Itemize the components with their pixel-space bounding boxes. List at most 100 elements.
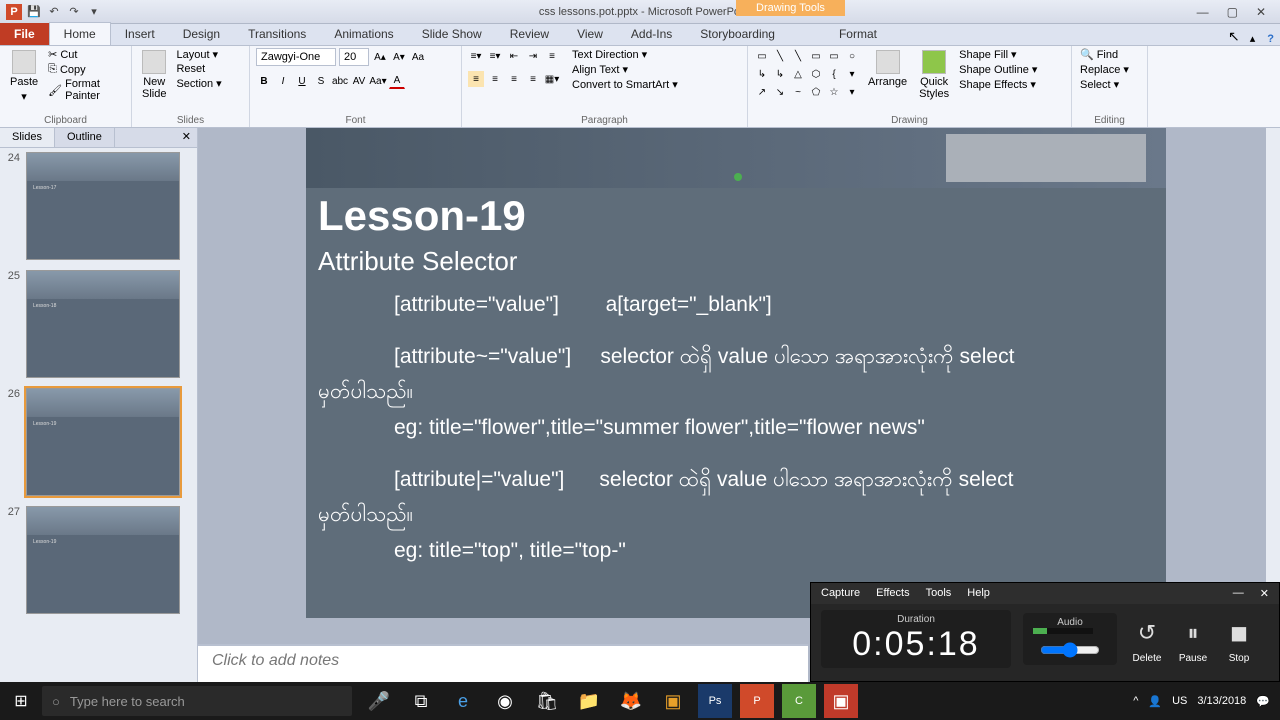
recorder-minimize-icon[interactable]: — [1233,587,1244,600]
clear-format-icon[interactable]: Aa [410,49,426,65]
tab-view[interactable]: View [563,23,617,45]
recorder-menu-tools[interactable]: Tools [926,587,952,600]
camtasia-icon[interactable]: C [782,684,816,718]
tab-design[interactable]: Design [169,23,234,45]
cortana-mic-icon[interactable]: 🎤 [362,684,396,718]
explorer-icon[interactable]: 📁 [572,684,606,718]
line-spacing-icon[interactable]: ≡ [544,48,560,64]
slide-title[interactable]: Lesson-19 [306,188,1166,244]
photoshop-icon[interactable]: Ps [698,684,732,718]
slide-subtitle[interactable]: Attribute Selector [306,244,1166,287]
font-color-icon[interactable]: A [389,73,405,89]
tab-storyboarding[interactable]: Storyboarding [686,23,789,45]
decrease-font-icon[interactable]: A▾ [391,49,407,65]
chrome-icon[interactable]: ◉ [488,684,522,718]
redo-icon[interactable]: ↷ [66,4,82,20]
tray-notification-icon[interactable]: 💬 [1256,695,1270,708]
tray-ime-icon[interactable]: US [1172,695,1187,707]
numbering-icon[interactable]: ≡▾ [487,48,503,64]
minimize-button[interactable]: — [1197,5,1209,19]
tab-insert[interactable]: Insert [111,23,169,45]
paste-button[interactable]: Paste▾ [6,48,42,105]
arrange-button[interactable]: Arrange [864,48,911,90]
taskbar-search[interactable]: ○ Type here to search [42,686,352,716]
case-icon[interactable]: Aa▾ [370,73,386,89]
recorder-menu-effects[interactable]: Effects [876,587,909,600]
shape-outline-button[interactable]: Shape Outline ▾ [957,63,1039,76]
task-view-icon[interactable]: ⧉ [404,684,438,718]
tray-people-icon[interactable]: 👤 [1148,695,1162,708]
italic-icon[interactable]: I [275,73,291,89]
tab-home[interactable]: Home [49,22,111,45]
recorder-delete-button[interactable]: ↺Delete [1129,615,1165,664]
shape-effects-button[interactable]: Shape Effects ▾ [957,78,1039,91]
shape-fill-button[interactable]: Shape Fill ▾ [957,48,1039,61]
panel-close-icon[interactable]: ✕ [176,128,197,147]
save-icon[interactable]: 💾 [26,4,42,20]
align-left-icon[interactable]: ≡ [468,71,484,87]
increase-indent-icon[interactable]: ⇥ [525,48,541,64]
font-size-combo[interactable] [339,48,369,66]
outline-tab[interactable]: Outline [55,128,115,147]
audio-slider[interactable] [1040,642,1100,658]
copy-button[interactable]: ⎘Copy [46,63,125,76]
decrease-indent-icon[interactable]: ⇤ [506,48,522,64]
align-center-icon[interactable]: ≡ [487,71,503,87]
slides-tab[interactable]: Slides [0,128,55,147]
recorder-pause-button[interactable]: ⏸Pause [1175,615,1211,664]
shadow-icon[interactable]: abc [332,73,348,89]
increase-font-icon[interactable]: A▴ [372,49,388,65]
new-slide-button[interactable]: New Slide [138,48,170,102]
ribbon-minimize-icon[interactable]: ▴ [1244,32,1262,45]
notes-pane[interactable]: Click to add notes [198,644,808,682]
help-icon[interactable]: ? [1261,33,1280,45]
undo-icon[interactable]: ↶ [46,4,62,20]
cut-button[interactable]: ✂Cut [46,48,125,61]
recorder-stop-button[interactable]: ◼Stop [1221,615,1257,664]
slide-thumbnail[interactable]: 27 Lesson-19 [4,506,193,614]
tab-review[interactable]: Review [496,23,563,45]
tab-file[interactable]: File [0,23,49,45]
powerpoint-icon[interactable]: P [740,684,774,718]
align-text-button[interactable]: Align Text ▾ [570,63,680,76]
shapes-gallery[interactable]: ▭╲╲▭▭○ ↳↳△⬡{▾ ↗↘~⬠☆▾ [754,48,860,100]
rotate-handle[interactable] [734,173,742,181]
section-button[interactable]: Section ▾ [174,77,223,90]
edge-icon[interactable]: e [446,684,480,718]
text-direction-button[interactable]: Text Direction ▾ [570,48,680,61]
tab-addins[interactable]: Add-Ins [617,23,686,45]
slide-body-text[interactable]: [attribute="value"] a[target="_blank"] [… [306,287,1166,569]
qat-more-icon[interactable]: ▾ [86,4,102,20]
underline-icon[interactable]: U [294,73,310,89]
quick-styles-button[interactable]: Quick Styles [915,48,953,102]
app-icon[interactable]: ▣ [824,684,858,718]
reset-button[interactable]: Reset [174,63,223,75]
store-icon[interactable]: 🛍 [530,684,564,718]
recorder-menu-help[interactable]: Help [967,587,990,600]
firefox-icon[interactable]: 🦊 [614,684,648,718]
columns-icon[interactable]: ▦▾ [544,71,560,87]
layout-button[interactable]: Layout ▾ [174,48,223,61]
shape-icon[interactable]: ▭ [754,48,770,64]
justify-icon[interactable]: ≡ [525,71,541,87]
recorder-close-icon[interactable]: ✕ [1260,587,1269,600]
close-button[interactable]: ✕ [1256,5,1266,19]
convert-smartart-button[interactable]: Convert to SmartArt ▾ [570,78,680,91]
sublime-icon[interactable]: ▣ [656,684,690,718]
tab-transitions[interactable]: Transitions [234,23,320,45]
replace-button[interactable]: Replace ▾ [1078,63,1131,76]
tray-chevron-icon[interactable]: ^ [1133,695,1138,707]
tab-format[interactable]: Format [825,23,891,45]
start-button[interactable]: ⊞ [0,682,42,720]
align-right-icon[interactable]: ≡ [506,71,522,87]
select-button[interactable]: Select ▾ [1078,78,1131,91]
strike-icon[interactable]: S [313,73,329,89]
slide-canvas[interactable]: Lesson-19 Attribute Selector [attribute=… [306,128,1166,618]
slide-thumbnail[interactable]: 24 Lesson-17 [4,152,193,260]
maximize-button[interactable]: ▢ [1227,5,1238,19]
bullets-icon[interactable]: ≡▾ [468,48,484,64]
bold-icon[interactable]: B [256,73,272,89]
find-button[interactable]: 🔍 Find [1078,48,1131,61]
tab-animations[interactable]: Animations [320,23,407,45]
tab-slide-show[interactable]: Slide Show [408,23,496,45]
